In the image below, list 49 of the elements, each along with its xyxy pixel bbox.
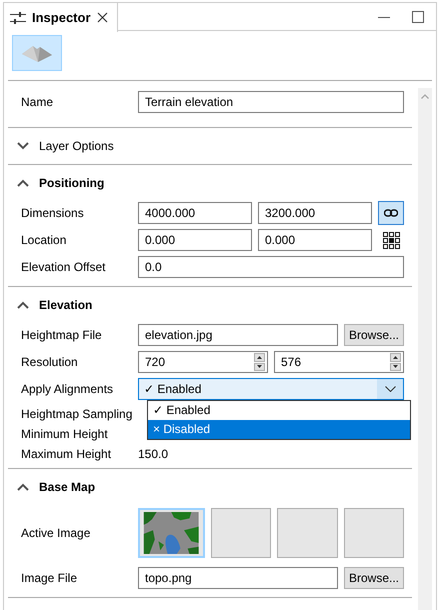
spin-up-icon[interactable] — [257, 356, 262, 359]
chevron-down-icon — [17, 142, 29, 150]
browse-button[interactable]: Browse... — [344, 324, 404, 346]
dropdown[interactable]: ✓ Enabled — [138, 378, 404, 400]
field-value: 150.0 — [138, 446, 168, 463]
mountain-icon — [22, 44, 52, 62]
field-label: Dimensions — [21, 205, 85, 222]
chevron-up-icon — [17, 483, 29, 491]
section-header[interactable]: Layer Options — [8, 128, 418, 164]
spin-box[interactable]: 720 — [138, 351, 268, 373]
inspector-tab[interactable]: Inspector — [4, 3, 118, 32]
section-header[interactable]: Positioning — [8, 165, 418, 201]
chevron-up-icon — [17, 301, 29, 309]
spin-box[interactable]: 576 — [274, 351, 404, 373]
file-field[interactable]: elevation.jpg — [138, 324, 338, 346]
field-label: Location — [21, 232, 68, 249]
anchor-grid-icon[interactable] — [382, 232, 400, 248]
field-label: Active Image — [21, 525, 92, 542]
link-toggle-button[interactable] — [378, 201, 404, 225]
dropdown-option[interactable]: × Disabled — [148, 420, 410, 439]
number-field[interactable]: 0.000 — [138, 229, 252, 251]
number-field[interactable]: 4000.000 — [138, 202, 252, 224]
chevron-down-icon — [384, 386, 396, 392]
field-label: Heightmap File — [21, 327, 103, 344]
close-icon[interactable] — [96, 12, 108, 23]
dropdown-option[interactable]: ✓ Enabled — [148, 401, 410, 420]
maximize-icon[interactable] — [412, 10, 424, 22]
number-field[interactable]: 0.000 — [258, 229, 372, 251]
number-field[interactable]: 0.0 — [138, 256, 404, 278]
field-label: Maximum Height — [21, 446, 112, 463]
number-field[interactable]: 3200.000 — [258, 202, 372, 224]
file-field[interactable]: topo.png — [138, 567, 338, 589]
spin-down-icon[interactable] — [257, 365, 262, 368]
field-label: Image File — [21, 570, 78, 587]
browse-button[interactable]: Browse... — [344, 567, 404, 589]
chain-link-icon — [384, 209, 398, 217]
sliders-icon — [10, 12, 26, 24]
field-label: Elevation Offset — [21, 259, 106, 276]
spin-up-icon[interactable] — [393, 356, 398, 359]
name-field[interactable]: Terrain elevation — [138, 90, 404, 112]
field-label: Apply Alignments — [21, 381, 114, 398]
field-label: Minimum Height — [21, 426, 109, 443]
section-header[interactable]: Elevation — [8, 287, 418, 323]
section-header[interactable]: Base Map — [8, 469, 418, 505]
spin-down-icon[interactable] — [393, 365, 398, 368]
field-label: Name — [21, 94, 54, 110]
chevron-up-icon — [17, 179, 29, 187]
field-label: Heightmap Sampling — [21, 406, 134, 423]
field-label: Resolution — [21, 354, 79, 371]
